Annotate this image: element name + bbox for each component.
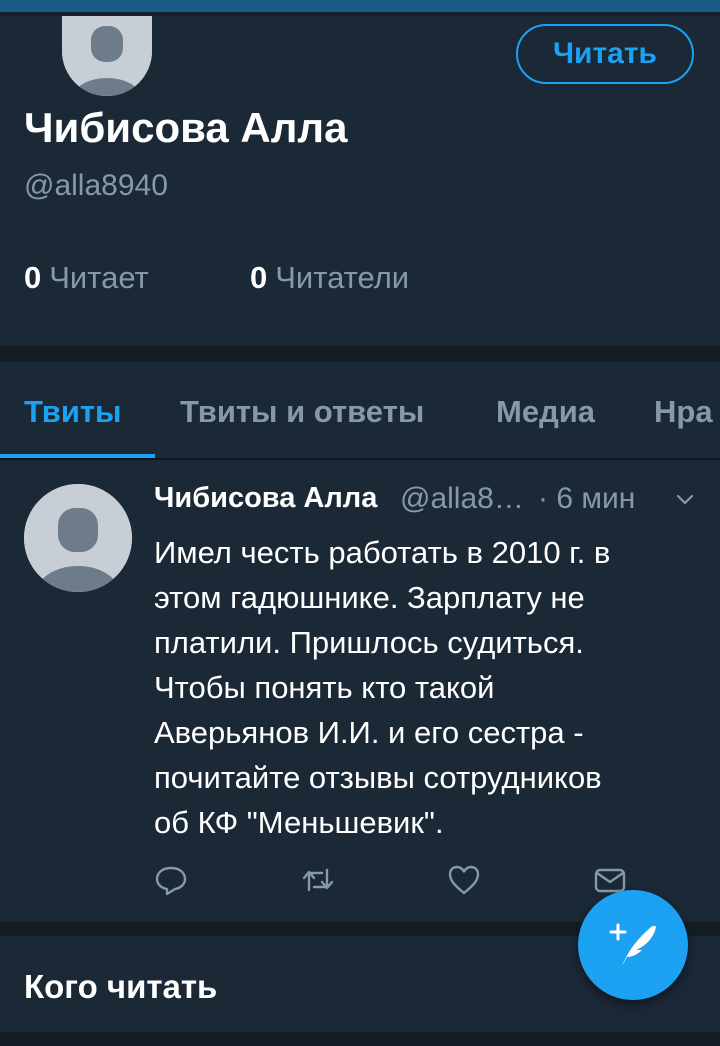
profile-tabs: Твиты Твиты и ответы Медиа Нра: [0, 362, 720, 458]
tab-tweets-and-replies[interactable]: Твиты и ответы: [180, 394, 424, 430]
default-avatar-icon: [24, 484, 132, 592]
profile-handle: @alla8940: [24, 169, 168, 202]
tweet-card[interactable]: Чибисова Алла @alla8… · 6 мин Имел честь…: [0, 460, 720, 922]
follow-button[interactable]: Читать: [516, 24, 694, 84]
tweet-text: Имел честь работать в 2010 г. в этом гад…: [154, 535, 611, 840]
followers-count: 0: [250, 260, 268, 295]
compose-tweet-icon: [609, 923, 656, 966]
profile-name: Чибисова Алла: [24, 104, 348, 151]
tab-media[interactable]: Медиа: [496, 394, 595, 430]
tab-tweets[interactable]: Твиты: [24, 394, 122, 430]
tweet-header: Чибисова Алла @alla8… · 6 мин: [154, 482, 694, 522]
profile-header: Читать Чибисова Алла @alla8940 0 Читает 0…: [0, 16, 720, 346]
followers-stat[interactable]: 0 Читатели: [250, 260, 409, 296]
tweet-timestamp: · 6 мин: [538, 482, 636, 515]
default-avatar-icon: [62, 16, 152, 96]
heart-icon[interactable]: [446, 862, 482, 898]
following-count: 0: [24, 260, 42, 295]
follow-button-label: Читать: [552, 37, 658, 70]
following-stat[interactable]: 0 Читает: [24, 260, 149, 296]
followers-label: Читатели: [275, 260, 410, 295]
tweet-author-handle[interactable]: @alla8…: [400, 482, 524, 516]
profile-avatar[interactable]: [62, 16, 152, 96]
bottom-strip: [0, 1032, 720, 1046]
reply-icon[interactable]: [153, 862, 189, 898]
following-label: Читает: [49, 260, 149, 295]
tweet-author-name[interactable]: Чибисова Алла: [154, 482, 377, 515]
compose-tweet-button[interactable]: [578, 890, 688, 1000]
tab-likes[interactable]: Нра: [654, 394, 713, 430]
tweet-avatar[interactable]: [24, 484, 132, 592]
who-to-follow-title: Кого читать: [24, 968, 218, 1005]
retweet-icon[interactable]: [300, 862, 336, 898]
top-strip: [0, 0, 720, 12]
chevron-down-icon[interactable]: [674, 488, 696, 510]
